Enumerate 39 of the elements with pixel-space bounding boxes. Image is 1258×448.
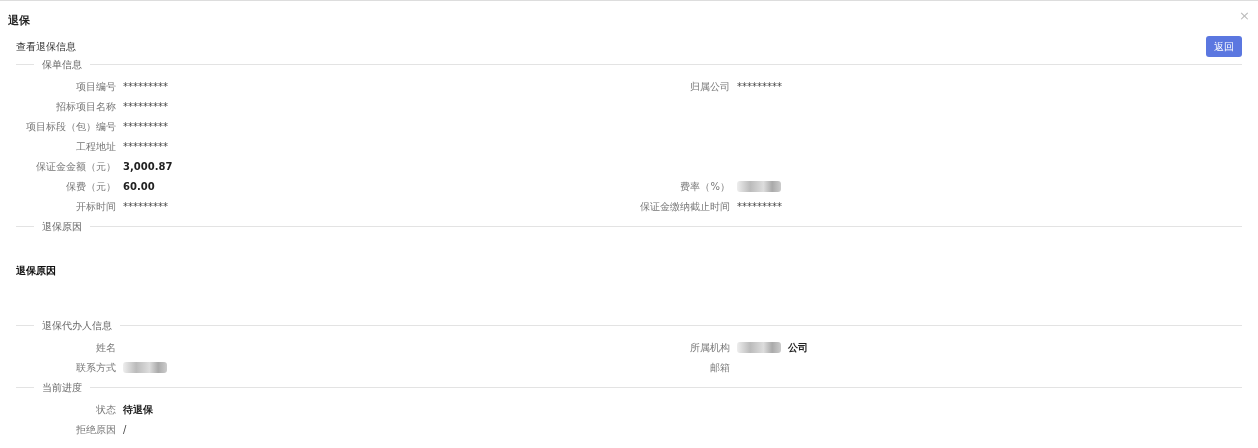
back-button[interactable]: 返回 [1206,35,1242,57]
field-value: ********* [737,80,782,94]
field-label: 所属机构 [689,341,730,355]
field-label: 拒绝原因 [75,423,116,437]
dialog-title: 退保 [8,13,30,29]
field-value: ********* [123,80,168,94]
field-value: ********* [123,140,168,154]
field-label: 保费（元） [65,180,116,194]
field-value: ********* [123,120,168,134]
field-value: 公司 [788,341,808,355]
field-label: 保证金缴纳截止时间 [639,200,730,214]
field-label: 开标时间 [75,200,116,214]
field-value: ********* [123,200,168,214]
section-title: 保单信息 [42,58,82,72]
field-label: 状态 [95,403,116,417]
field-label: 归属公司 [689,80,730,94]
page-subtitle: 查看退保信息 [16,39,76,54]
field-value: 60.00 [123,180,155,194]
section-title: 退保原因 [42,220,82,234]
field-label: 保证金金额（元） [35,160,116,174]
field-value: 待退保 [123,403,153,417]
field-value: / [123,423,127,437]
field-label: 邮箱 [709,361,730,375]
field-value: ********* [123,100,168,114]
field-value: 3,000.87 [123,160,173,174]
reason-text: 退保原因 [16,263,57,278]
field-label: 工程地址 [75,140,116,154]
redaction-mark [737,181,781,192]
redaction-mark [123,362,167,373]
field-label: 费率（%） [679,180,730,194]
field-label: 招标项目名称 [55,100,116,114]
field-label: 联系方式 [75,361,116,375]
section-title: 当前进度 [42,381,82,395]
field-label: 姓名 [95,341,116,355]
field-label: 项目编号 [75,80,116,94]
field-value: ********* [737,200,782,214]
field-label: 项目标段（包）编号 [25,120,116,134]
section-title: 退保代办人信息 [42,319,112,333]
redaction-mark [737,342,781,353]
